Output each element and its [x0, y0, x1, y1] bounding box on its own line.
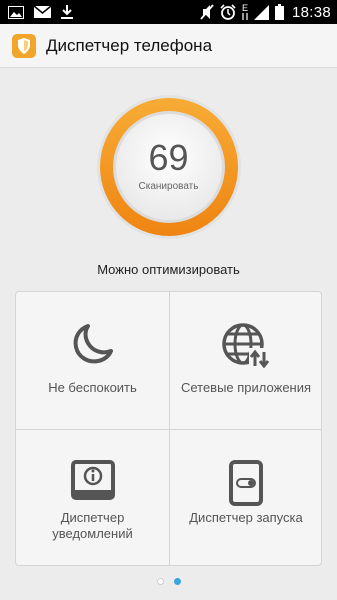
tools-grid: Не беспокоить Сетевые приложения Диспетч… — [15, 291, 322, 566]
image-icon — [8, 5, 24, 19]
notification-icon — [70, 460, 115, 507]
status-bar: E 18:38 — [0, 0, 337, 24]
mail-icon — [34, 6, 51, 18]
network-type-label: E — [241, 3, 248, 13]
tile-startup-manager[interactable]: Диспетчер запуска — [169, 429, 322, 566]
scan-button[interactable]: Сканировать — [0, 181, 337, 192]
app-title: Диспетчер телефона — [46, 36, 213, 55]
page-dot-2-active[interactable] — [173, 578, 181, 585]
page-indicator — [0, 578, 337, 585]
tile-label: Диспетчер запуска — [189, 510, 303, 525]
score-value: 69 — [148, 137, 189, 178]
app-bar: Диспетчер телефона — [0, 24, 337, 68]
tile-label: Диспетчер уведомлений — [52, 510, 133, 541]
moon-icon — [71, 322, 115, 371]
score-panel: 69 Сканировать — [0, 68, 337, 288]
signal-icon — [253, 4, 269, 20]
tile-notification-manager[interactable]: Диспетчер уведомлений — [16, 429, 169, 566]
alarm-icon — [220, 4, 236, 20]
network-type-icon: E — [242, 4, 248, 20]
optimize-status: Можно оптимизировать — [97, 262, 240, 277]
tile-label: Не беспокоить — [48, 380, 137, 395]
tile-do-not-disturb[interactable]: Не беспокоить — [16, 292, 169, 429]
mute-icon — [200, 4, 214, 20]
tile-network-apps[interactable]: Сетевые приложения — [169, 292, 322, 429]
battery-icon — [274, 4, 284, 20]
network-globe-icon — [221, 322, 271, 373]
page-dot-1[interactable] — [156, 578, 164, 585]
clock: 18:38 — [291, 3, 331, 21]
tile-label: Сетевые приложения — [180, 380, 312, 395]
shield-icon — [12, 34, 36, 58]
download-icon — [61, 5, 73, 19]
startup-toggle-icon — [229, 460, 263, 511]
